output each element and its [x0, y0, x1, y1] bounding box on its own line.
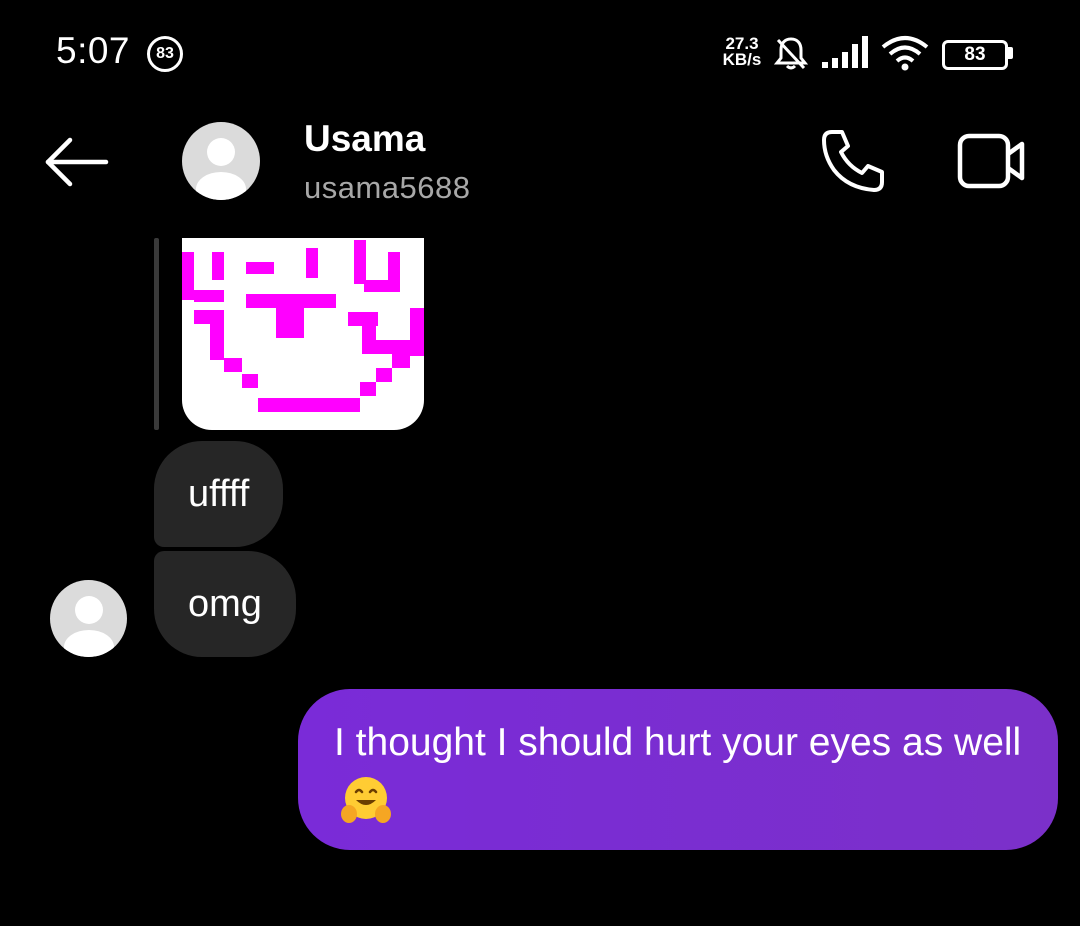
network-speed-unit: KB/s — [722, 50, 762, 69]
reply-indicator-bar — [154, 238, 159, 430]
contact-name[interactable]: Usama — [304, 118, 425, 160]
battery-tip — [1008, 47, 1013, 59]
contact-avatar[interactable] — [182, 122, 260, 200]
video-camera-icon[interactable] — [956, 130, 1028, 192]
contact-handle[interactable]: usama5688 — [304, 170, 471, 206]
status-time: 5:07 — [56, 30, 131, 71]
battery-indicator: 83 — [942, 40, 1008, 70]
outgoing-message-text: I thought I should hurt your eyes as wel… — [334, 721, 1022, 764]
notification-count-badge: 83 — [147, 36, 183, 72]
bell-muted-icon — [773, 37, 809, 70]
incoming-message[interactable]: uffff — [154, 441, 284, 547]
incoming-message[interactable]: omg — [154, 551, 296, 657]
pixel-art-face-image — [182, 240, 424, 412]
back-arrow-icon[interactable] — [44, 136, 110, 188]
wifi-icon — [881, 36, 929, 71]
hugging-face-emoji-icon — [341, 776, 391, 823]
shared-image-message[interactable] — [182, 238, 424, 430]
cellular-signal-icon — [822, 36, 868, 68]
outgoing-message[interactable]: I thought I should hurt your eyes as wel… — [298, 689, 1058, 850]
network-speed: 27.3 KB/s — [720, 35, 764, 69]
sender-avatar[interactable] — [50, 580, 127, 657]
phone-icon[interactable] — [818, 126, 890, 196]
